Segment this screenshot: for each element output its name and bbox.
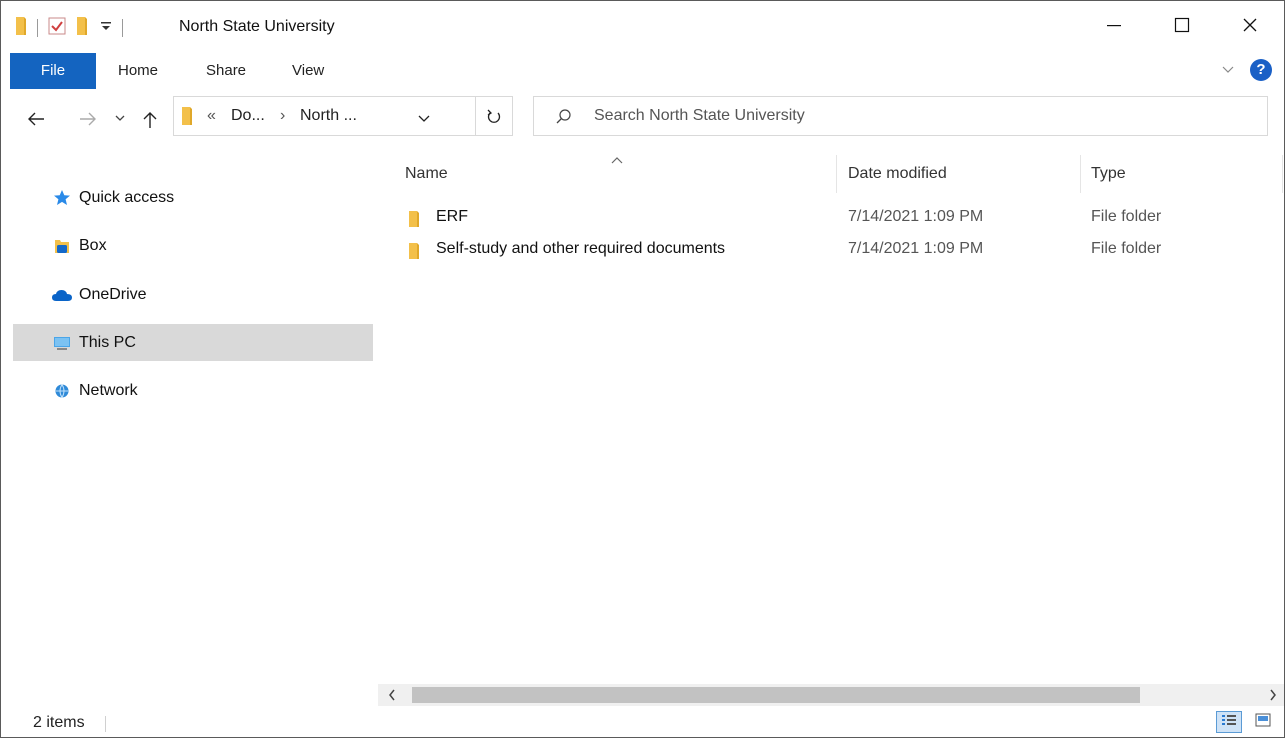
- large-icons-view-button[interactable]: [1250, 711, 1276, 733]
- status-bar: 2 items: [1, 706, 1284, 737]
- box-icon: [51, 238, 73, 254]
- cloud-icon: [51, 288, 73, 302]
- sidebar-item-label: This PC: [79, 333, 136, 351]
- table-row[interactable]: Self-study and other required documents …: [378, 235, 1284, 265]
- sidebar-item-box[interactable]: Box: [13, 227, 373, 264]
- scrollbar-thumb[interactable]: [412, 687, 1140, 703]
- explorer-window: North State University File Home Share V…: [0, 0, 1285, 738]
- tab-home[interactable]: Home: [118, 53, 158, 89]
- breadcrumb-item[interactable]: Do...: [231, 107, 265, 125]
- column-header-type[interactable]: Type: [1091, 165, 1126, 183]
- status-divider: [105, 716, 106, 732]
- toolbar-divider: [122, 19, 123, 37]
- forward-arrow-icon[interactable]: [79, 111, 97, 127]
- table-row[interactable]: ERF 7/14/2021 1:09 PM File folder: [378, 203, 1284, 233]
- refresh-icon[interactable]: [486, 108, 502, 128]
- sidebar-item-label: Network: [79, 381, 138, 399]
- column-divider[interactable]: [836, 155, 837, 193]
- sidebar-item-onedrive[interactable]: OneDrive: [13, 276, 373, 313]
- properties-icon[interactable]: [48, 17, 66, 39]
- file-date-modified: 7/14/2021 1:09 PM: [848, 208, 984, 225]
- close-icon: [1242, 17, 1258, 37]
- sidebar-item-quick-access[interactable]: Quick access: [13, 179, 373, 216]
- breadcrumb-overflow[interactable]: «: [207, 107, 216, 125]
- tab-view[interactable]: View: [292, 53, 324, 89]
- sort-ascending-icon: [611, 151, 623, 168]
- maximize-icon: [1174, 17, 1190, 37]
- customize-toolbar-icon[interactable]: [100, 19, 112, 37]
- recent-locations-icon[interactable]: [115, 113, 125, 123]
- chevron-down-icon[interactable]: [418, 111, 430, 128]
- address-bar[interactable]: « Do... › North ...: [173, 96, 513, 136]
- new-folder-icon[interactable]: [76, 16, 88, 40]
- minimize-button[interactable]: [1080, 1, 1148, 53]
- title-bar: North State University: [1, 1, 1284, 53]
- sidebar-item-this-pc[interactable]: This PC: [13, 324, 373, 361]
- close-button[interactable]: [1216, 1, 1284, 53]
- ribbon-right-controls: ?: [1222, 59, 1272, 81]
- sidebar-item-network[interactable]: Network: [13, 372, 373, 409]
- search-input[interactable]: Search North State University: [594, 107, 805, 125]
- sidebar-item-label: OneDrive: [79, 285, 147, 303]
- toolbar-divider: [37, 19, 38, 37]
- window-controls: [1080, 1, 1284, 53]
- navigation-pane: Quick access Box OneDrive This PC Networ…: [1, 151, 377, 706]
- quick-access-toolbar: [15, 17, 133, 39]
- file-type: File folder: [1091, 208, 1162, 225]
- folder-icon: [15, 16, 27, 40]
- computer-icon: [51, 335, 73, 351]
- large-icons-view-icon: [1255, 713, 1271, 731]
- network-icon: [51, 383, 73, 399]
- details-view-button[interactable]: [1216, 711, 1242, 733]
- file-name: ERF: [436, 208, 468, 225]
- ribbon-tabs: File Home Share View ?: [1, 53, 1284, 89]
- breadcrumb-item[interactable]: North ...: [300, 107, 357, 125]
- expand-ribbon-icon[interactable]: [1222, 62, 1234, 79]
- column-header-date-modified[interactable]: Date modified: [848, 165, 947, 183]
- scroll-left-icon[interactable]: [387, 685, 397, 706]
- folder-icon: [181, 106, 193, 130]
- file-name: Self-study and other required documents: [436, 240, 726, 257]
- back-arrow-icon[interactable]: [27, 111, 45, 127]
- file-date-modified: 7/14/2021 1:09 PM: [848, 240, 984, 257]
- horizontal-scrollbar[interactable]: [378, 684, 1284, 706]
- file-type: File folder: [1091, 240, 1162, 257]
- column-divider[interactable]: [1080, 155, 1081, 193]
- column-divider[interactable]: [1282, 155, 1283, 193]
- sidebar-item-label: Quick access: [79, 188, 175, 206]
- up-arrow-icon[interactable]: [142, 111, 158, 129]
- folder-icon: [408, 210, 420, 232]
- breadcrumb-separator: ›: [280, 107, 286, 124]
- scroll-right-icon[interactable]: [1268, 685, 1278, 706]
- address-divider: [475, 97, 476, 135]
- sidebar-item-label: Box: [79, 236, 107, 254]
- help-icon[interactable]: ?: [1250, 59, 1272, 81]
- file-list: Name Date modified Type ERF 7/14/2021 1:…: [378, 151, 1284, 706]
- search-icon: [556, 109, 572, 129]
- maximize-button[interactable]: [1148, 1, 1216, 53]
- details-view-icon: [1221, 713, 1237, 731]
- navigation-bar: « Do... › North ... Search North State U…: [1, 89, 1284, 151]
- folder-icon: [408, 242, 420, 264]
- tab-file[interactable]: File: [10, 53, 96, 89]
- window-title: North State University: [179, 18, 335, 35]
- search-box[interactable]: Search North State University: [533, 96, 1268, 136]
- star-icon: [51, 189, 73, 206]
- item-count: 2 items: [33, 714, 85, 731]
- column-header-name[interactable]: Name: [405, 165, 448, 183]
- tab-share[interactable]: Share: [206, 53, 246, 89]
- minimize-icon: [1106, 17, 1122, 37]
